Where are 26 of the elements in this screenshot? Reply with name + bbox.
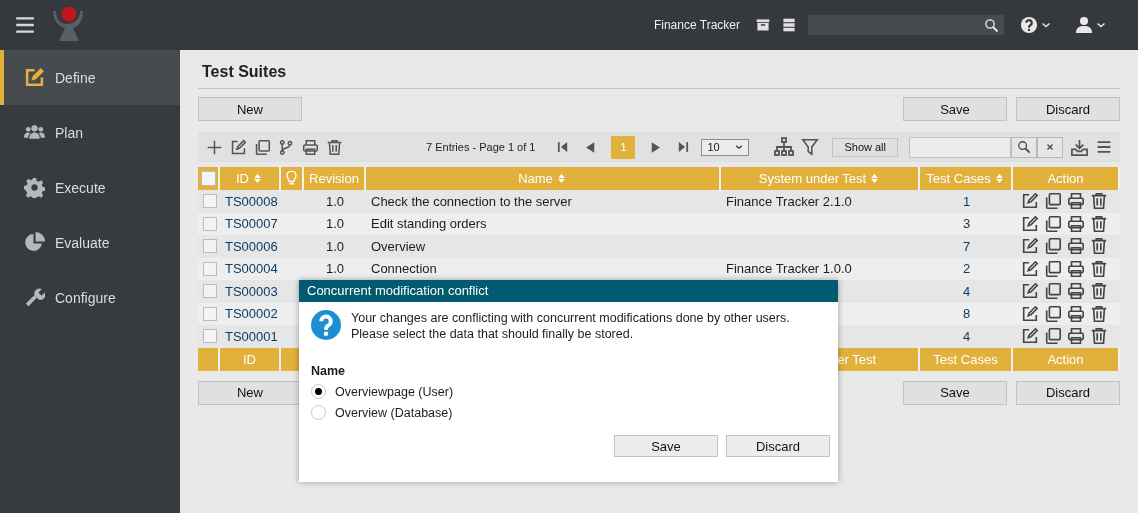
column-footer: er Test	[837, 351, 876, 367]
test-case-count: 2	[962, 261, 971, 277]
test-case-count: 3	[962, 216, 971, 232]
revision: 1.0	[325, 238, 345, 254]
system-under-test: Finance Tracker 1.0.0	[726, 261, 852, 277]
dialog-message: Your changes are conflicting with concurrent modifications done by other users. Please select the data that should finally be stored.	[351, 310, 790, 342]
dialog-title: Concurrent modification conflict	[299, 280, 838, 302]
page-title: Test Suites	[198, 50, 1120, 89]
suite-name: Connection	[371, 261, 437, 277]
column-footer: ID	[243, 351, 256, 367]
test-case-count: 7	[962, 238, 971, 254]
system-under-test: Finance Tracker 2.1.0	[726, 193, 852, 209]
suite-name: Overview	[371, 238, 426, 254]
revision: 1.0	[325, 193, 345, 209]
test-case-count: 8	[962, 306, 971, 322]
test-case-count: 1	[962, 193, 971, 209]
revision: 1.0	[325, 216, 345, 232]
suite-name: Edit standing orders	[371, 216, 487, 232]
entries-info: 7 Entries - Page 1 of 1	[426, 141, 536, 153]
column-footer: Test Cases	[933, 351, 998, 367]
field-label: Name	[311, 364, 347, 378]
column-footer: Action	[1047, 351, 1084, 367]
revision: 1.0	[325, 261, 345, 277]
test-case-count: 4	[962, 328, 971, 344]
test-case-count: 4	[962, 283, 971, 299]
suite-name: Check the connection to the server	[371, 193, 572, 209]
